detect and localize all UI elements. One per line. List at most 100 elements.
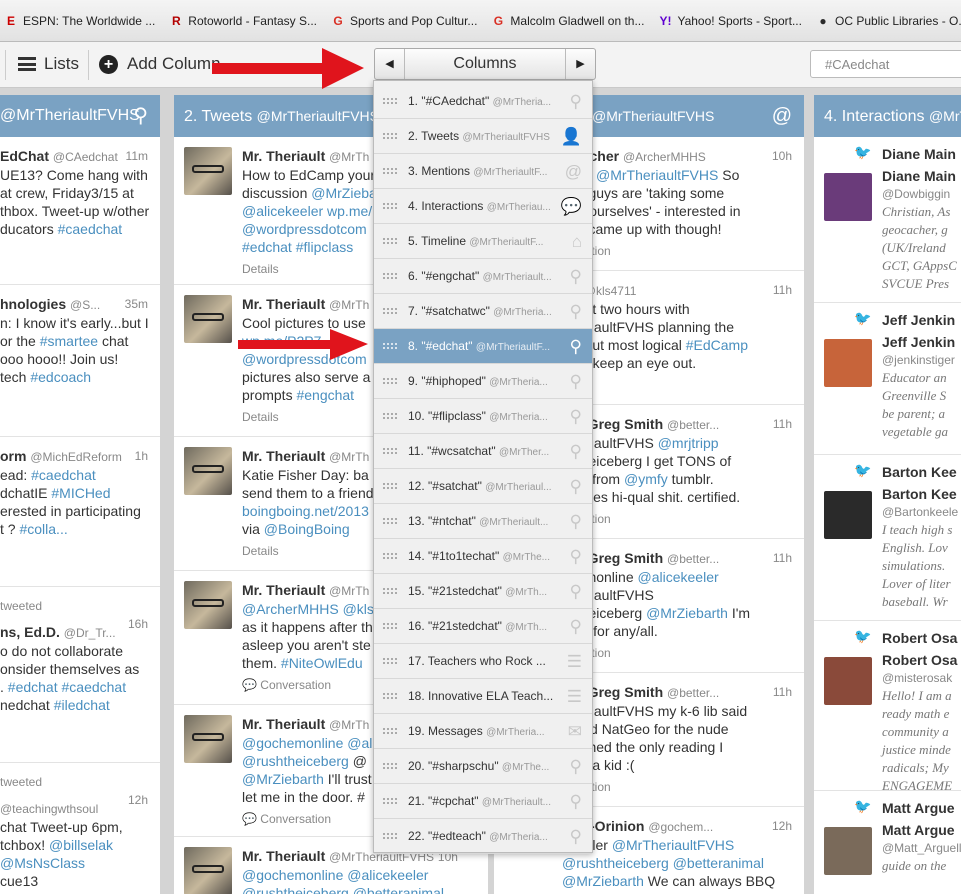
dropdown-item-column-15[interactable]: 15. "#21stedchat" @MrTh... ⚲ <box>374 574 592 609</box>
dropdown-item-column-17[interactable]: 17. Teachers who Rock ... ☰ <box>374 644 592 679</box>
drag-handle-icon[interactable] <box>383 833 397 839</box>
add-column-button[interactable]: + Add Column <box>99 54 221 74</box>
bookmark-item[interactable]: E ESPN: The Worldwide ... <box>4 14 155 28</box>
author-name[interactable]: Barton Kee <box>882 463 961 481</box>
drag-handle-icon[interactable] <box>383 553 397 559</box>
profile-handle[interactable]: @jenkinstiger <box>882 351 961 369</box>
author-handle[interactable]: @MrTh <box>329 150 369 164</box>
dropdown-item-column-1[interactable]: 1. "#CAedchat" @MrTheria... ⚲ <box>374 84 592 119</box>
author-handle[interactable]: @S... <box>70 298 100 312</box>
author-handle[interactable]: @MichEdReform <box>30 450 122 464</box>
avatar[interactable] <box>184 147 232 195</box>
list-item[interactable]: 🐦 Diane Main Diane Main @Dowbiggin Christian… <box>814 137 961 303</box>
drag-handle-icon[interactable] <box>383 168 397 174</box>
author-name[interactable]: Matt Argue <box>882 799 961 817</box>
tweet-meta-link[interactable]: versation <box>562 510 796 528</box>
author-handle[interactable]: @Dr_Tr... <box>64 626 116 640</box>
author-handle[interactable]: @gochem... <box>648 820 713 834</box>
profile-name[interactable]: Robert Osa <box>882 651 961 669</box>
dropdown-item-column-19[interactable]: 19. Messages @MrTheria... ✉ <box>374 714 592 749</box>
dropdown-item-column-12[interactable]: 12. "#satchat" @MrTheriaul... ⚲ <box>374 469 592 504</box>
profile-name[interactable]: Jeff Jenkin <box>882 333 961 351</box>
drag-handle-icon[interactable] <box>383 658 397 664</box>
author-handle[interactable]: @better... <box>667 686 719 700</box>
drag-handle-icon[interactable] <box>383 203 397 209</box>
avatar[interactable] <box>184 581 232 629</box>
avatar[interactable] <box>184 295 232 343</box>
author-name[interactable]: Jeff Jenkin <box>882 311 961 329</box>
dropdown-item-column-13[interactable]: 13. "#ntchat" @MrTheriault... ⚲ <box>374 504 592 539</box>
dropdown-item-column-5[interactable]: 5. Timeline @MrTheriaultF... ⌂ <box>374 224 592 259</box>
bookmark-item[interactable]: R Rotoworld - Fantasy S... <box>169 14 317 28</box>
previous-column-button[interactable]: ◀ <box>375 49 405 79</box>
drag-handle-icon[interactable] <box>383 133 397 139</box>
avatar[interactable] <box>824 657 872 705</box>
avatar[interactable] <box>824 339 872 387</box>
at-icon[interactable]: @ <box>772 95 792 137</box>
profile-name[interactable]: Barton Kee <box>882 485 961 503</box>
dropdown-item-column-4[interactable]: 4. Interactions @MrTheriau... 💬 <box>374 189 592 224</box>
author-name[interactable]: Diane Main <box>882 145 961 163</box>
drag-handle-icon[interactable] <box>383 623 397 629</box>
author-handle[interactable]: @MrTh <box>329 718 369 732</box>
drag-handle-icon[interactable] <box>383 413 397 419</box>
list-item[interactable]: tweeted @teachingwthsoul 12h chat Tweet-up… <box>0 763 160 894</box>
avatar[interactable] <box>824 491 872 539</box>
dropdown-item-column-22[interactable]: 22. "#edteach" @MrTheria... ⚲ <box>374 819 592 854</box>
profile-name[interactable]: Diane Main <box>882 167 961 185</box>
dropdown-item-column-9[interactable]: 9. "#hiphoped" @MrTheria... ⚲ <box>374 364 592 399</box>
drag-handle-icon[interactable] <box>383 308 397 314</box>
drag-handle-icon[interactable] <box>383 448 397 454</box>
dropdown-item-column-21[interactable]: 21. "#cpchat" @MrTheriault... ⚲ <box>374 784 592 819</box>
dropdown-item-column-14[interactable]: 14. "#1to1techat" @MrThe... ⚲ <box>374 539 592 574</box>
author-name[interactable]: Mr. Theriault <box>242 296 325 312</box>
dropdown-item-column-8[interactable]: 8. "#edchat" @MrTheriaultF... ⚲ <box>374 329 592 364</box>
profile-handle[interactable]: @misterosak <box>882 669 961 687</box>
lists-button[interactable]: Lists <box>18 54 79 74</box>
column-4-header[interactable]: 4. Interactions @MrTh <box>814 95 961 137</box>
list-item[interactable]: hnologies @S... 35m n: I know it's early..… <box>0 285 160 437</box>
author-name[interactable]: Mr. Theriault <box>242 582 325 598</box>
columns-dropdown-button[interactable]: Columns <box>405 49 565 79</box>
bookmark-item[interactable]: Y! Yahoo! Sports - Sport... <box>658 14 802 28</box>
drag-handle-icon[interactable] <box>383 378 397 384</box>
author-handle[interactable]: @better... <box>667 552 719 566</box>
tweet-meta-link[interactable]: s <box>562 376 796 394</box>
bookmark-item[interactable]: G Malcolm Gladwell on th... <box>491 14 645 28</box>
author-handle[interactable]: @ArcherMHHS <box>623 150 706 164</box>
avatar[interactable] <box>824 173 872 221</box>
author-name[interactable]: hnologies <box>0 296 66 312</box>
next-column-button[interactable]: ▶ <box>565 49 595 79</box>
author-handle[interactable]: @CAedchat <box>53 150 118 164</box>
drag-handle-icon[interactable] <box>383 238 397 244</box>
drag-handle-icon[interactable] <box>383 693 397 699</box>
profile-handle[interactable]: @Matt_Arguell <box>882 839 961 857</box>
dropdown-item-column-7[interactable]: 7. "#satchatwc" @MrTheria... ⚲ <box>374 294 592 329</box>
avatar[interactable] <box>184 447 232 495</box>
bookmark-item[interactable]: G Sports and Pop Cultur... <box>331 14 477 28</box>
drag-handle-icon[interactable] <box>383 798 397 804</box>
tweet-meta-link[interactable]: versation <box>562 778 796 796</box>
profile-name[interactable]: Matt Argue <box>882 821 961 839</box>
dropdown-item-column-11[interactable]: 11. "#wcsatchat" @MrTher... ⚲ <box>374 434 592 469</box>
bookmark-item[interactable]: ● OC Public Libraries - O... <box>816 14 961 28</box>
profile-handle[interactable]: @Bartonkeele <box>882 503 961 521</box>
list-item[interactable]: 🐦 Barton Kee Barton Kee @Bartonkeele I teach… <box>814 455 961 621</box>
dropdown-item-column-2[interactable]: 2. Tweets @MrTheriaultFVHS 👤 <box>374 119 592 154</box>
drag-handle-icon[interactable] <box>383 728 397 734</box>
author-name[interactable]: Mr. Theriault <box>242 148 325 164</box>
avatar[interactable] <box>824 827 872 875</box>
author-name[interactable]: Robert Osa <box>882 629 961 647</box>
list-item[interactable]: 🐦 Matt Argue Matt Argue @Matt_Arguell guide … <box>814 791 961 894</box>
author-handle[interactable]: @MrTh <box>329 584 369 598</box>
dropdown-item-column-10[interactable]: 10. "#flipclass" @MrTheria... ⚲ <box>374 399 592 434</box>
search-input[interactable]: #CAedchat <box>810 50 961 78</box>
drag-handle-icon[interactable] <box>383 763 397 769</box>
drag-handle-icon[interactable] <box>383 518 397 524</box>
author-name[interactable]: Mr. Theriault <box>242 448 325 464</box>
dropdown-item-column-18[interactable]: 18. Innovative ELA Teach... ☰ <box>374 679 592 714</box>
author-name[interactable]: Mr. Theriault <box>242 848 325 864</box>
author-handle[interactable]: @better... <box>667 418 719 432</box>
author-handle[interactable]: @MrTh <box>329 450 369 464</box>
author-name[interactable]: orm <box>0 448 26 464</box>
